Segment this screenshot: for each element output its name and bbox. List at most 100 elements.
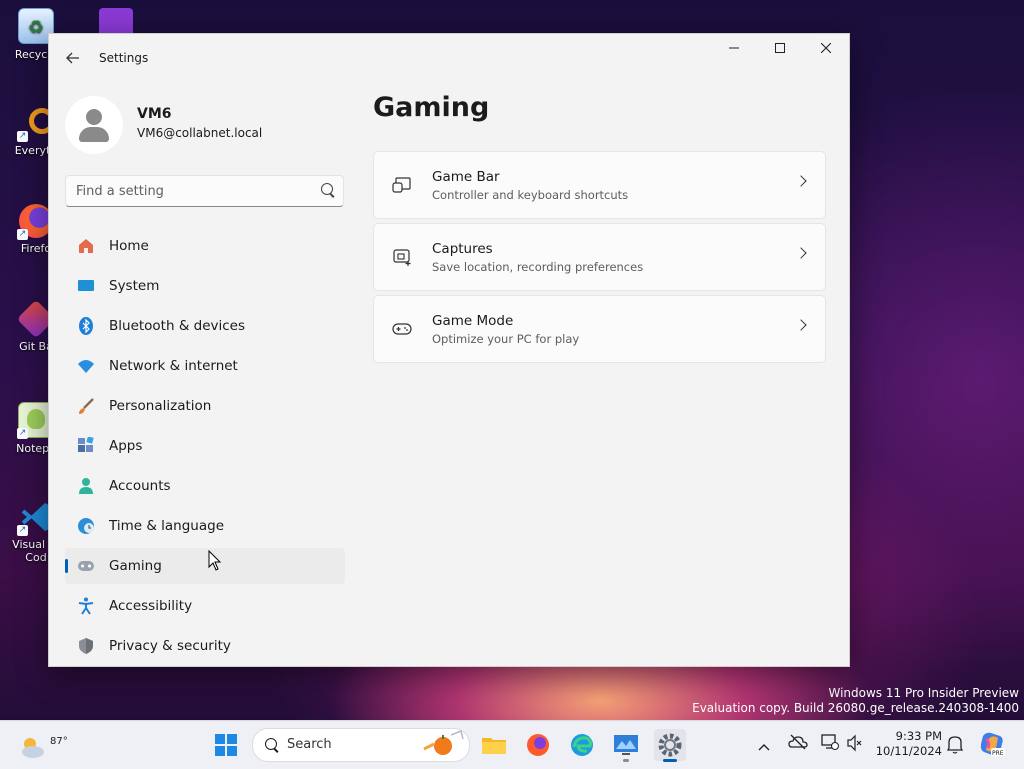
notifications-button[interactable] <box>946 734 964 758</box>
copilot-icon: PRE <box>980 732 1005 757</box>
avatar <box>65 96 123 154</box>
capture-icon <box>393 249 411 266</box>
nav-item-apps[interactable]: Apps <box>65 428 345 464</box>
copilot-button[interactable]: PRE <box>978 730 1006 762</box>
edge-taskbar-button[interactable] <box>566 729 598 761</box>
nav-item-personalization[interactable]: Personalization <box>65 388 345 424</box>
avatar-body <box>79 127 109 142</box>
card-title: Game Mode <box>432 313 514 329</box>
taskbar-search[interactable]: Search <box>252 728 470 762</box>
user-email: VM6@collabnet.local <box>137 126 263 140</box>
wifi-icon <box>78 360 94 373</box>
nav-item-network-internet[interactable]: Network & internet <box>65 348 345 384</box>
weather-widget[interactable]: 87° <box>18 728 68 762</box>
system-icon <box>78 280 94 291</box>
search-icon[interactable] <box>321 183 333 195</box>
card-game-bar[interactable]: Game Bar Controller and keyboard shortcu… <box>373 151 826 219</box>
nav-label: Gaming <box>109 558 162 574</box>
nav-label: Personalization <box>109 398 212 414</box>
running-indicator <box>623 759 629 762</box>
shield-icon <box>79 638 93 654</box>
search-icon <box>265 738 277 750</box>
title-bar[interactable]: Settings <box>49 34 849 82</box>
gear-icon <box>658 733 682 757</box>
game-bar-icon <box>392 177 411 193</box>
user-profile[interactable]: VM6 VM6@collabnet.local <box>65 96 365 156</box>
card-title: Captures <box>432 241 493 257</box>
chevron-right-icon <box>795 175 807 187</box>
clock-time: 9:33 PM <box>895 729 942 743</box>
edge-icon <box>571 734 593 756</box>
show-hidden-icons-button[interactable] <box>758 737 770 756</box>
nav-item-accounts[interactable]: Accounts <box>65 468 345 504</box>
card-subtitle: Controller and keyboard shortcuts <box>432 188 629 202</box>
bluetooth-icon <box>79 317 93 335</box>
nav-label: System <box>109 278 160 294</box>
evaluation-watermark: Windows 11 Pro Insider Preview Evaluatio… <box>692 686 1019 716</box>
search-input[interactable] <box>76 176 306 206</box>
network-tray-button[interactable] <box>820 733 840 755</box>
remote-desktop-taskbar-button[interactable] <box>610 729 642 762</box>
nav-label: Bluetooth & devices <box>109 318 246 334</box>
chevron-up-icon <box>758 744 770 751</box>
card-captures[interactable]: Captures Save location, recording prefer… <box>373 223 826 291</box>
maximize-button[interactable] <box>757 34 803 66</box>
shortcut-arrow-icon: ↗ <box>17 428 28 439</box>
gamepad-icon <box>78 561 94 571</box>
minimize-icon <box>729 47 739 49</box>
avatar-head <box>86 109 102 125</box>
nav-label: Time & language <box>109 518 225 534</box>
accessibility-icon <box>78 597 94 615</box>
home-icon <box>79 239 93 253</box>
volume-tray-button[interactable] <box>846 734 864 756</box>
windows-logo-icon <box>215 734 237 756</box>
nav-item-gaming[interactable]: Gaming <box>65 548 345 584</box>
firefox-taskbar-button[interactable] <box>522 729 554 761</box>
taskbar-clock[interactable]: 9:33 PM 10/11/2024 <box>872 729 942 759</box>
brush-icon <box>79 398 94 414</box>
nav-item-bluetooth-devices[interactable]: Bluetooth & devices <box>65 308 345 344</box>
nav-item-home[interactable]: Home <box>65 228 345 264</box>
shortcut-arrow-icon: ↗ <box>17 229 28 240</box>
mouse-cursor-icon <box>208 550 222 571</box>
onedrive-tray-button[interactable] <box>788 733 808 755</box>
remote-desktop-icon <box>614 735 638 755</box>
settings-search-box[interactable] <box>65 175 344 207</box>
back-button[interactable] <box>59 46 87 70</box>
settings-nav: Home System Bluetooth & devices Network … <box>65 228 345 666</box>
card-game-mode[interactable]: Game Mode Optimize your PC for play <box>373 295 826 363</box>
taskbar: 87° Search 9:33 PM 10/11/2024 PRE <box>0 720 1024 769</box>
maximize-icon <box>775 43 785 53</box>
close-icon <box>820 42 832 54</box>
svg-text:PRE: PRE <box>992 750 1004 757</box>
nav-item-system[interactable]: System <box>65 268 345 304</box>
nav-label: Apps <box>109 438 143 454</box>
chevron-right-icon <box>795 247 807 259</box>
close-button[interactable] <box>803 34 849 66</box>
selected-indicator <box>65 559 68 573</box>
minimize-button[interactable] <box>711 34 757 66</box>
volume-muted-icon <box>847 734 862 752</box>
settings-taskbar-button[interactable] <box>654 729 686 762</box>
globe-clock-icon <box>78 518 94 534</box>
settings-window: Settings VM6 VM6@collabnet.local Home Sy… <box>48 33 850 667</box>
card-subtitle: Save location, recording preferences <box>432 260 644 274</box>
nav-item-accessibility[interactable]: Accessibility <box>65 588 345 624</box>
user-name: VM6 <box>137 106 172 122</box>
accounts-icon <box>79 478 93 494</box>
start-button[interactable] <box>210 729 242 761</box>
game-mode-icon <box>392 323 412 335</box>
clock-date: 10/11/2024 <box>875 744 942 758</box>
shortcut-arrow-icon: ↗ <box>17 131 28 142</box>
nav-label: Home <box>109 238 149 254</box>
apps-icon <box>78 437 94 452</box>
arrow-left-icon <box>66 52 79 64</box>
nav-item-time-language[interactable]: Time & language <box>65 508 345 544</box>
window-title: Settings <box>99 51 149 65</box>
svg-text:♻: ♻ <box>28 17 44 38</box>
file-explorer-button[interactable] <box>478 729 510 761</box>
firefox-icon <box>527 734 549 756</box>
network-disconnected-icon <box>821 734 840 751</box>
nav-label: Network & internet <box>109 358 238 374</box>
nav-item-privacy-security[interactable]: Privacy & security <box>65 628 345 664</box>
